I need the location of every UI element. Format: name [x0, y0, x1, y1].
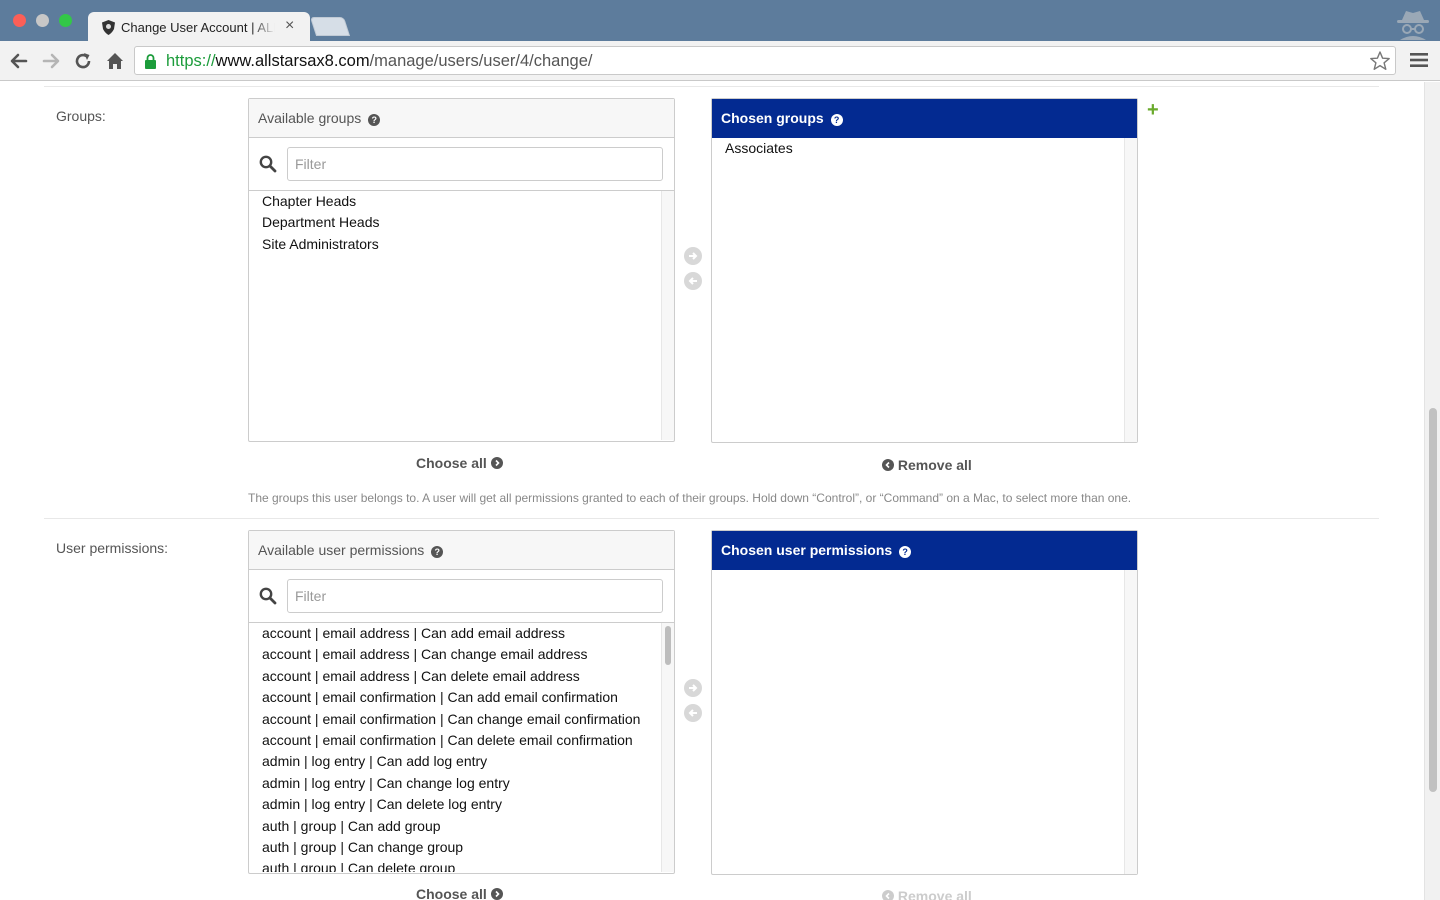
remove-all-permissions-button[interactable]: Remove all [882, 888, 972, 900]
list-item[interactable]: account | email address | Can change ema… [249, 644, 649, 665]
incognito-icon [1397, 11, 1429, 40]
list-item[interactable]: auth | group | Can delete group [249, 858, 649, 872]
list-item[interactable]: Chapter Heads [249, 191, 674, 212]
list-item[interactable]: account | email confirmation | Can delet… [249, 730, 649, 751]
arrow-right-icon [689, 252, 698, 260]
arrow-left-circle-icon [882, 890, 894, 900]
remove-all-groups-button[interactable]: Remove all [882, 457, 972, 473]
page-scrollbar-thumb[interactable] [1429, 408, 1437, 792]
list-item[interactable]: auth | group | Can change group [249, 837, 649, 858]
browser-tab-active[interactable]: Change User Account | ALLSTARSAX8 × [88, 12, 310, 42]
question-circle-icon[interactable]: ? [368, 114, 381, 126]
remove-arrow-button[interactable] [684, 704, 702, 722]
hamburger-menu-icon[interactable] [1410, 52, 1428, 68]
choose-arrow-button[interactable] [684, 679, 702, 697]
arrow-right-icon [689, 684, 698, 692]
chosen-permissions-header: Chosen user permissions? [712, 531, 1137, 570]
url-scheme: https:// [166, 52, 216, 70]
browser-titlebar: Change User Account | ALLSTARSAX8 × [0, 0, 1440, 42]
page-content: Groups: Available groups? Chapter Heads … [0, 82, 1424, 900]
url-text[interactable]: https://www.allstarsax8.com/manage/users… [166, 52, 592, 71]
chosen-permissions-title: Chosen user permissions [721, 542, 893, 558]
tab-title: Change User Account | ALLSTARSAX8 [121, 20, 275, 35]
choose-all-label: Choose all [416, 886, 487, 900]
available-groups-title: Available groups [258, 110, 362, 126]
chosen-groups-list[interactable]: Associates [712, 138, 1137, 442]
question-circle-icon[interactable]: ? [830, 114, 843, 126]
arrow-left-circle-icon [882, 459, 894, 471]
list-item[interactable]: account | email address | Can add email … [249, 623, 649, 644]
question-circle-icon[interactable]: ? [899, 546, 912, 558]
back-arrow-icon[interactable] [8, 50, 30, 72]
tab-close-icon[interactable]: × [285, 17, 294, 35]
permissions-filter-input[interactable] [287, 579, 663, 613]
list-item[interactable]: admin | log entry | Can add log entry [249, 751, 649, 772]
search-icon [259, 155, 277, 173]
available-groups-list[interactable]: Chapter Heads Department Heads Site Admi… [249, 191, 674, 440]
list-item[interactable]: admin | log entry | Can delete log entry [249, 794, 649, 815]
list-item[interactable]: admin | log entry | Can change log entry [249, 773, 649, 794]
address-bar[interactable]: https://www.allstarsax8.com/manage/users… [134, 46, 1396, 75]
url-host: www.allstarsax8.com [215, 52, 370, 70]
url-path: /manage/users/user/4/change/ [369, 52, 593, 70]
list-item[interactable]: Site Administrators [249, 234, 674, 255]
new-tab-button[interactable] [309, 17, 351, 36]
remove-all-label: Remove all [897, 888, 972, 900]
forward-arrow-icon[interactable] [40, 50, 62, 72]
search-icon [259, 587, 277, 605]
choose-arrow-button[interactable] [684, 247, 702, 265]
arrow-left-icon [688, 709, 697, 717]
list-item[interactable]: Associates [712, 138, 1137, 159]
bookmark-star-icon[interactable] [1369, 50, 1391, 72]
add-group-icon[interactable]: + [1147, 100, 1159, 120]
choose-all-permissions-button[interactable]: Choose all [416, 886, 503, 900]
window-close-button[interactable] [13, 14, 26, 27]
arrow-left-icon [688, 277, 697, 285]
groups-filter-row [249, 138, 674, 191]
list-item[interactable]: account | email confirmation | Can add e… [249, 687, 649, 708]
groups-label: Groups: [56, 108, 106, 124]
available-permissions-list[interactable]: account | email address | Can add email … [249, 623, 674, 872]
list-scrollbar[interactable] [1124, 570, 1137, 874]
window-minimize-button[interactable] [36, 14, 49, 27]
divider [44, 518, 1379, 519]
window-zoom-button[interactable] [59, 14, 72, 27]
available-groups-box: Available groups? Chapter Heads Departme… [248, 98, 675, 442]
chosen-groups-header: Chosen groups? [712, 99, 1137, 138]
home-icon[interactable] [104, 50, 126, 72]
available-groups-header: Available groups? [249, 99, 674, 138]
permissions-filter-row [249, 570, 674, 623]
available-permissions-title: Available user permissions [258, 542, 425, 558]
chosen-permissions-box: Chosen user permissions? [711, 530, 1138, 875]
list-item[interactable]: auth | group | Can add group [249, 816, 649, 837]
list-item[interactable]: account | email confirmation | Can chang… [249, 709, 649, 730]
available-permissions-header: Available user permissions? [249, 531, 674, 570]
browser-toolbar: https://www.allstarsax8.com/manage/users… [0, 41, 1440, 81]
list-scrollbar[interactable] [661, 623, 674, 872]
list-item[interactable]: Department Heads [249, 212, 674, 233]
user-permissions-label: User permissions: [56, 540, 169, 556]
list-item[interactable]: account | email address | Can delete ema… [249, 666, 649, 687]
groups-help-text: The groups this user belongs to. A user … [248, 491, 1132, 505]
chosen-permissions-list[interactable] [712, 570, 1137, 874]
chosen-groups-title: Chosen groups [721, 110, 824, 126]
list-scrollbar-thumb[interactable] [665, 626, 671, 665]
lock-icon [145, 54, 156, 69]
reload-icon[interactable] [72, 50, 94, 72]
page-scrollbar[interactable] [1424, 82, 1440, 900]
choose-all-groups-button[interactable]: Choose all [416, 455, 503, 471]
chosen-groups-box: Chosen groups? Associates [711, 98, 1138, 443]
question-circle-icon[interactable]: ? [431, 546, 444, 558]
list-scrollbar[interactable] [661, 191, 674, 440]
arrow-right-circle-icon [490, 888, 503, 900]
arrow-right-circle-icon [490, 457, 503, 469]
list-scrollbar[interactable] [1124, 138, 1137, 442]
available-permissions-box: Available user permissions? account | em… [248, 530, 675, 874]
choose-all-label: Choose all [416, 455, 487, 471]
divider [44, 86, 1379, 87]
remove-arrow-button[interactable] [684, 272, 702, 290]
groups-filter-input[interactable] [287, 147, 663, 181]
remove-all-label: Remove all [897, 457, 972, 473]
shield-favicon-icon [102, 20, 115, 35]
